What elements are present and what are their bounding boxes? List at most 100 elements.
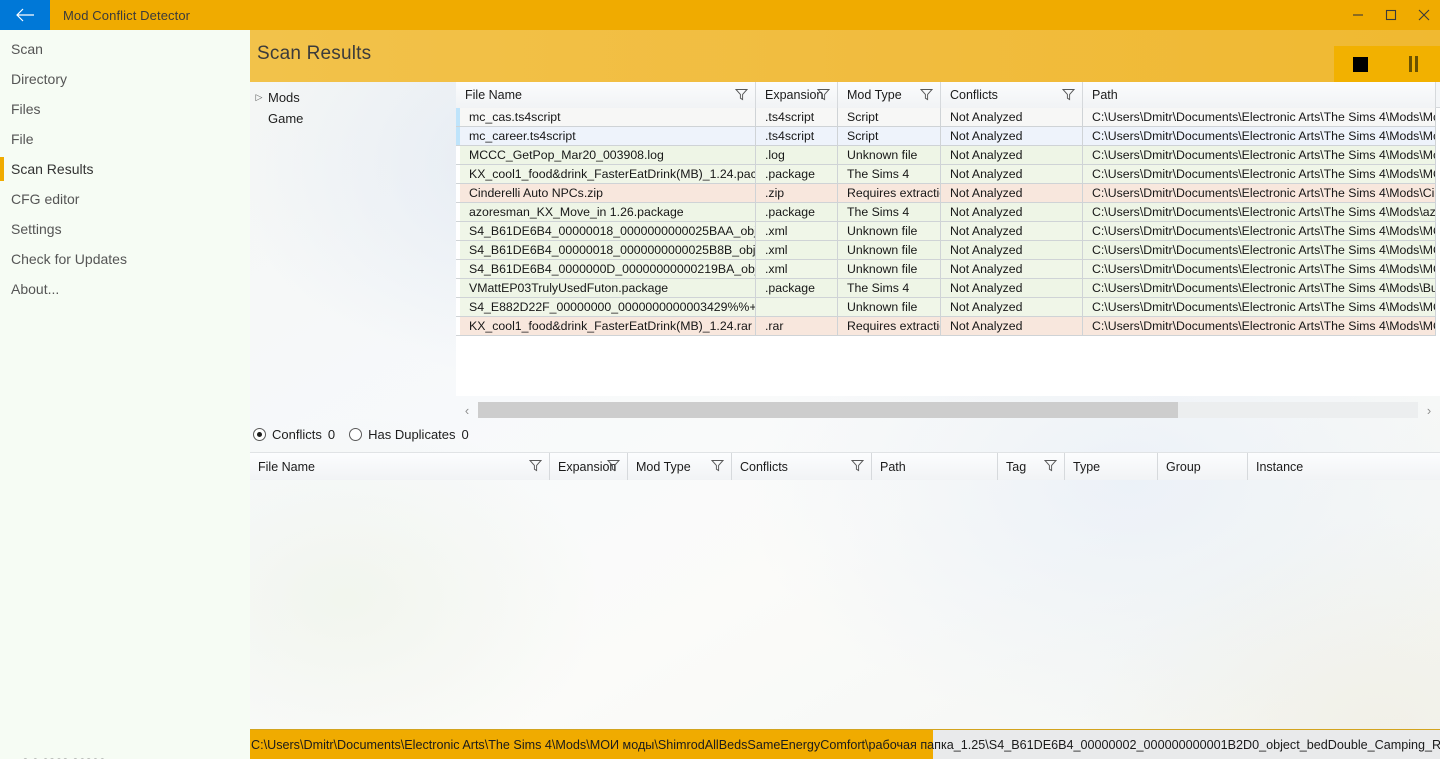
sidebar-item-settings[interactable]: Settings (0, 214, 250, 244)
column-header-type[interactable]: Type (1065, 453, 1158, 480)
sidebar-item-label: Directory (11, 71, 67, 87)
pause-icon (1409, 56, 1418, 72)
filter-funnel-icon[interactable] (851, 459, 864, 472)
sidebar-item-file[interactable]: File (0, 124, 250, 154)
cell-expansion: .log (756, 146, 838, 165)
title-bar: Mod Conflict Detector (0, 0, 1440, 30)
cell-mod-type: Unknown file (838, 298, 941, 317)
sidebar-nav-list: Scan Directory Files File Scan Results C… (0, 30, 250, 304)
cell-expansion: .xml (756, 260, 838, 279)
cell-path: C:\Users\Dmitr\Documents\Electronic Arts… (1083, 260, 1436, 279)
scroll-left-icon[interactable]: ‹ (456, 403, 478, 418)
sidebar-item-label: Scan (11, 41, 43, 57)
column-header-mod-type[interactable]: Mod Type (628, 453, 732, 480)
cell-conflicts: Not Analyzed (941, 317, 1083, 336)
table-row[interactable]: Cinderelli Auto NPCs.zip.zipRequires ext… (456, 184, 1440, 203)
filter-funnel-icon[interactable] (920, 88, 933, 101)
horizontal-scrollbar[interactable]: ‹ › (456, 396, 1440, 424)
chevron-right-icon[interactable]: ▷ (250, 92, 268, 103)
sidebar-item-scan-results[interactable]: Scan Results (0, 154, 250, 184)
column-header-conflicts[interactable]: Conflicts (941, 82, 1083, 108)
cell-mod-type: Unknown file (838, 222, 941, 241)
sidebar-item-files[interactable]: Files (0, 94, 250, 124)
cell-path: C:\Users\Dmitr\Documents\Electronic Arts… (1083, 241, 1436, 260)
column-header-label: Conflicts (950, 88, 998, 102)
tree-item-mods[interactable]: ▷ Mods (250, 87, 455, 108)
column-header-path[interactable]: Path (872, 453, 998, 480)
column-header-conflicts[interactable]: Conflicts (732, 453, 872, 480)
column-header-expansion[interactable]: Expansion (550, 453, 628, 480)
filter-funnel-icon[interactable] (711, 459, 724, 472)
cell-path: C:\Users\Dmitr\Documents\Electronic Arts… (1083, 317, 1436, 336)
filter-funnel-icon[interactable] (1062, 88, 1075, 101)
table-row[interactable]: KX_cool1_food&drink_FasterEatDrink(MB)_1… (456, 317, 1440, 336)
scrollbar-track[interactable] (478, 402, 1418, 418)
table-row[interactable]: S4_B61DE6B4_0000000D_00000000000219BA_ob… (456, 260, 1440, 279)
cell-mod-type: Script (838, 127, 941, 146)
table-row[interactable]: S4_B61DE6B4_00000018_0000000000025B8B_ob… (456, 241, 1440, 260)
table-row[interactable]: azoresman_KX_Move_in 1.26.package.packag… (456, 203, 1440, 222)
table-row[interactable]: KX_cool1_food&drink_FasterEatDrink(MB)_1… (456, 165, 1440, 184)
cell-conflicts: Not Analyzed (941, 279, 1083, 298)
cell-mod-type: Requires extraction (838, 184, 941, 203)
column-header-path[interactable]: Path (1083, 82, 1436, 108)
filter-funnel-icon[interactable] (1044, 459, 1057, 472)
column-header-mod-type[interactable]: Mod Type (838, 82, 941, 108)
sidebar-item-about[interactable]: About... (0, 274, 250, 304)
stop-icon (1353, 57, 1368, 72)
table-row[interactable]: S4_B61DE6B4_00000018_0000000000025BAA_ob… (456, 222, 1440, 241)
filter-funnel-icon[interactable] (817, 88, 830, 101)
back-button[interactable] (0, 0, 50, 30)
scroll-right-icon[interactable]: › (1418, 403, 1440, 418)
cell-expansion: .zip (756, 184, 838, 203)
sidebar-item-check-for-updates[interactable]: Check for Updates (0, 244, 250, 274)
close-icon (1418, 9, 1430, 21)
close-button[interactable] (1407, 0, 1440, 30)
cell-file-name: S4_E882D22F_00000000_0000000000003429%%+… (460, 298, 756, 317)
column-header-label: File Name (465, 88, 522, 102)
column-header-tag[interactable]: Tag (998, 453, 1065, 480)
app-title: Mod Conflict Detector (63, 8, 190, 23)
filter-funnel-icon[interactable] (529, 459, 542, 472)
scrollbar-thumb[interactable] (478, 402, 1178, 418)
sidebar-item-label: Scan Results (11, 161, 93, 177)
cell-file-name: MCCC_GetPop_Mar20_003908.log (460, 146, 756, 165)
window-controls (1341, 0, 1440, 30)
column-header-label: Path (1092, 88, 1118, 102)
tree-item-game[interactable]: ▷ Game (250, 108, 455, 129)
table-row[interactable]: mc_career.ts4script.ts4scriptScriptNot A… (456, 127, 1440, 146)
grid-header-row: File NameExpansionMod TypeConflictsPathT… (250, 452, 1440, 480)
minimize-button[interactable] (1341, 0, 1374, 30)
cell-file-name: KX_cool1_food&drink_FasterEatDrink(MB)_1… (460, 317, 756, 336)
cell-conflicts: Not Analyzed (941, 165, 1083, 184)
page-header: Scan Results (250, 30, 1440, 82)
column-header-expansion[interactable]: Expansion (756, 82, 838, 108)
cell-conflicts: Not Analyzed (941, 203, 1083, 222)
back-arrow-icon (15, 8, 35, 22)
details-grid-body (250, 480, 1440, 728)
sidebar-item-directory[interactable]: Directory (0, 64, 250, 94)
cell-expansion: .xml (756, 241, 838, 260)
sidebar-item-scan[interactable]: Scan (0, 34, 250, 64)
column-header-group[interactable]: Group (1158, 453, 1248, 480)
table-row[interactable]: S4_E882D22F_00000000_0000000000003429%%+… (456, 298, 1440, 317)
filter-funnel-icon[interactable] (607, 459, 620, 472)
tree-item-label: Game (268, 111, 303, 126)
maximize-icon (1385, 9, 1397, 21)
column-header-file-name[interactable]: File Name (456, 82, 756, 108)
cell-expansion: .package (756, 165, 838, 184)
table-row[interactable]: VMattEP03TrulyUsedFuton.package.packageT… (456, 279, 1440, 298)
column-header-file-name[interactable]: File Name (250, 453, 550, 480)
filter-funnel-icon[interactable] (735, 88, 748, 101)
cell-file-name: Cinderelli Auto NPCs.zip (460, 184, 756, 203)
table-row[interactable]: mc_cas.ts4script.ts4scriptScriptNot Anal… (456, 108, 1440, 127)
column-header-label: Instance (1256, 460, 1303, 474)
sidebar-item-cfg-editor[interactable]: CFG editor (0, 184, 250, 214)
column-header-instance[interactable]: Instance (1248, 453, 1440, 480)
table-row[interactable]: MCCC_GetPop_Mar20_003908.log.logUnknown … (456, 146, 1440, 165)
stop-button[interactable] (1334, 46, 1387, 82)
maximize-button[interactable] (1374, 0, 1407, 30)
cell-path: C:\Users\Dmitr\Documents\Electronic Arts… (1083, 108, 1436, 127)
cell-path: C:\Users\Dmitr\Documents\Electronic Arts… (1083, 279, 1436, 298)
pause-button[interactable] (1387, 46, 1440, 82)
